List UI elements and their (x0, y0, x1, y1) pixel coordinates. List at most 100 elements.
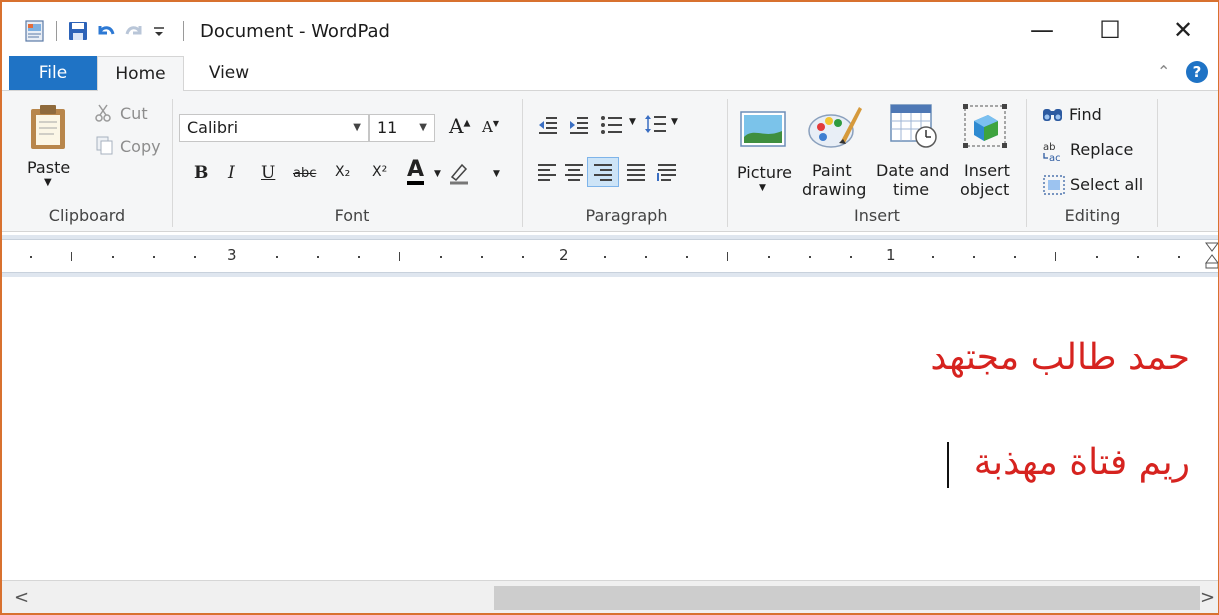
superscript-button[interactable]: X² (372, 164, 387, 180)
font-group-label: Font (334, 206, 370, 225)
redo-icon[interactable] (123, 20, 145, 42)
select-all-button[interactable]: Select all (1070, 175, 1143, 194)
tab-view[interactable]: View (198, 56, 260, 90)
decrease-indent-icon[interactable] (537, 115, 559, 139)
ruler-tick (317, 256, 319, 258)
paste-label[interactable]: Paste (27, 158, 70, 177)
indent-marker-icon[interactable] (1205, 242, 1218, 274)
ruler-tick (973, 256, 975, 258)
ruler-tick (1096, 256, 1098, 258)
ruler-tick (481, 256, 483, 258)
minimize-button[interactable]: — (1021, 14, 1063, 46)
ribbon: Paste ▼ Cut Copy Clipboard Calibri ▼ 11 … (2, 90, 1218, 232)
group-separator (172, 99, 173, 227)
picture-icon[interactable] (740, 109, 786, 153)
group-separator (522, 99, 523, 227)
customize-qa-icon[interactable] (151, 20, 173, 42)
justify-icon[interactable] (626, 163, 646, 185)
chevron-down-icon[interactable]: ▼ (759, 183, 766, 193)
align-center-icon[interactable] (564, 163, 584, 185)
find-icon (1042, 105, 1064, 127)
ruler-tick (809, 256, 811, 258)
help-icon[interactable]: ? (1186, 61, 1208, 83)
paint-drawing-label-1[interactable]: Paint (812, 161, 852, 180)
replace-button[interactable]: Replace (1070, 140, 1133, 159)
ruler-tick (112, 256, 114, 258)
text-cursor (947, 442, 949, 488)
close-button[interactable]: ✕ (1162, 14, 1204, 46)
horizontal-scrollbar[interactable]: < > (2, 580, 1218, 613)
ruler-tick (604, 256, 606, 258)
bullet-list-icon[interactable] (600, 115, 624, 139)
insert-object-label-2[interactable]: object (960, 180, 1009, 199)
paste-button[interactable] (28, 103, 70, 155)
tab-home[interactable]: Home (97, 56, 184, 91)
copy-button[interactable]: Copy (120, 137, 161, 156)
date-time-label-1[interactable]: Date and (876, 161, 949, 180)
paste-dropdown-icon[interactable]: ▼ (44, 177, 52, 188)
paragraph-settings-icon[interactable] (657, 163, 677, 185)
paint-drawing-icon[interactable] (807, 101, 863, 155)
chevron-down-icon[interactable]: ▼ (493, 169, 500, 179)
font-size-select[interactable]: 11 ▼ (369, 114, 435, 142)
picture-button[interactable]: Picture (737, 163, 792, 182)
document-area[interactable]: حمد طالب مجتهد ريم فتاة مهذبة (2, 277, 1218, 580)
tab-file[interactable]: File (9, 56, 97, 90)
editing-group-label: Editing (1064, 206, 1121, 225)
maximize-button[interactable]: ☐ (1089, 14, 1131, 46)
font-family-value: Calibri (187, 118, 239, 137)
collapse-ribbon-icon[interactable]: ⌃ (1157, 62, 1170, 81)
chevron-down-icon[interactable]: ▼ (434, 169, 441, 179)
underline-button[interactable]: U (261, 163, 275, 183)
svg-text:ab: ab (1043, 142, 1055, 153)
highlight-icon[interactable] (448, 161, 470, 189)
paste-icon (31, 105, 65, 149)
align-left-icon[interactable] (537, 163, 557, 185)
ruler-number: 3 (227, 246, 237, 264)
wordpad-app-icon[interactable] (24, 20, 46, 42)
cut-button[interactable]: Cut (120, 104, 148, 123)
scrollbar-thumb[interactable] (494, 586, 1200, 610)
align-right-icon (594, 164, 612, 181)
insert-object-label-1[interactable]: Insert (964, 161, 1010, 180)
ruler-tick (522, 256, 524, 258)
chevron-down-icon[interactable]: ▼ (671, 117, 678, 127)
font-family-select[interactable]: Calibri ▼ (179, 114, 369, 142)
bold-button[interactable]: B (194, 163, 208, 183)
find-button[interactable]: Find (1069, 105, 1102, 124)
line-spacing-icon[interactable] (644, 113, 668, 139)
italic-button[interactable]: I (228, 163, 235, 183)
paint-drawing-label-2[interactable]: drawing (802, 180, 866, 199)
ruler-tick (1178, 256, 1180, 258)
align-right-button[interactable] (587, 157, 619, 187)
strikethrough-button[interactable]: abc (293, 166, 316, 181)
qa-separator (183, 21, 184, 41)
group-separator (1026, 99, 1027, 227)
date-time-label-2[interactable]: time (893, 180, 929, 199)
document-line-1[interactable]: حمد طالب مجتهد (930, 337, 1190, 378)
svg-text:ac: ac (1049, 153, 1061, 163)
scroll-right-arrow[interactable]: > (1200, 587, 1215, 608)
ruler-tick (399, 252, 400, 261)
undo-icon[interactable] (95, 20, 117, 42)
chevron-down-icon[interactable]: ▼ (629, 117, 636, 127)
paragraph-group-label: Paragraph (585, 206, 668, 225)
group-separator (1157, 99, 1158, 227)
replace-icon: ab ac (1042, 141, 1068, 167)
cut-icon (94, 103, 112, 127)
ruler-tick (276, 256, 278, 258)
insert-object-icon[interactable] (962, 103, 1008, 153)
ruler: 3 2 1 (2, 235, 1218, 277)
shrink-font-button[interactable]: A▼ (482, 118, 499, 136)
save-icon[interactable] (67, 20, 89, 42)
ruler-tick (727, 252, 728, 261)
scroll-left-arrow[interactable]: < (14, 587, 29, 608)
font-color-button[interactable]: A (407, 159, 425, 185)
increase-indent-icon[interactable] (568, 115, 590, 139)
ruler-tick (645, 256, 647, 258)
chevron-down-icon: ▼ (419, 122, 427, 133)
grow-font-button[interactable]: A▲ (449, 114, 470, 138)
date-time-icon[interactable] (889, 103, 939, 153)
document-line-2[interactable]: ريم فتاة مهذبة (974, 442, 1190, 483)
subscript-button[interactable]: X₂ (335, 164, 350, 180)
